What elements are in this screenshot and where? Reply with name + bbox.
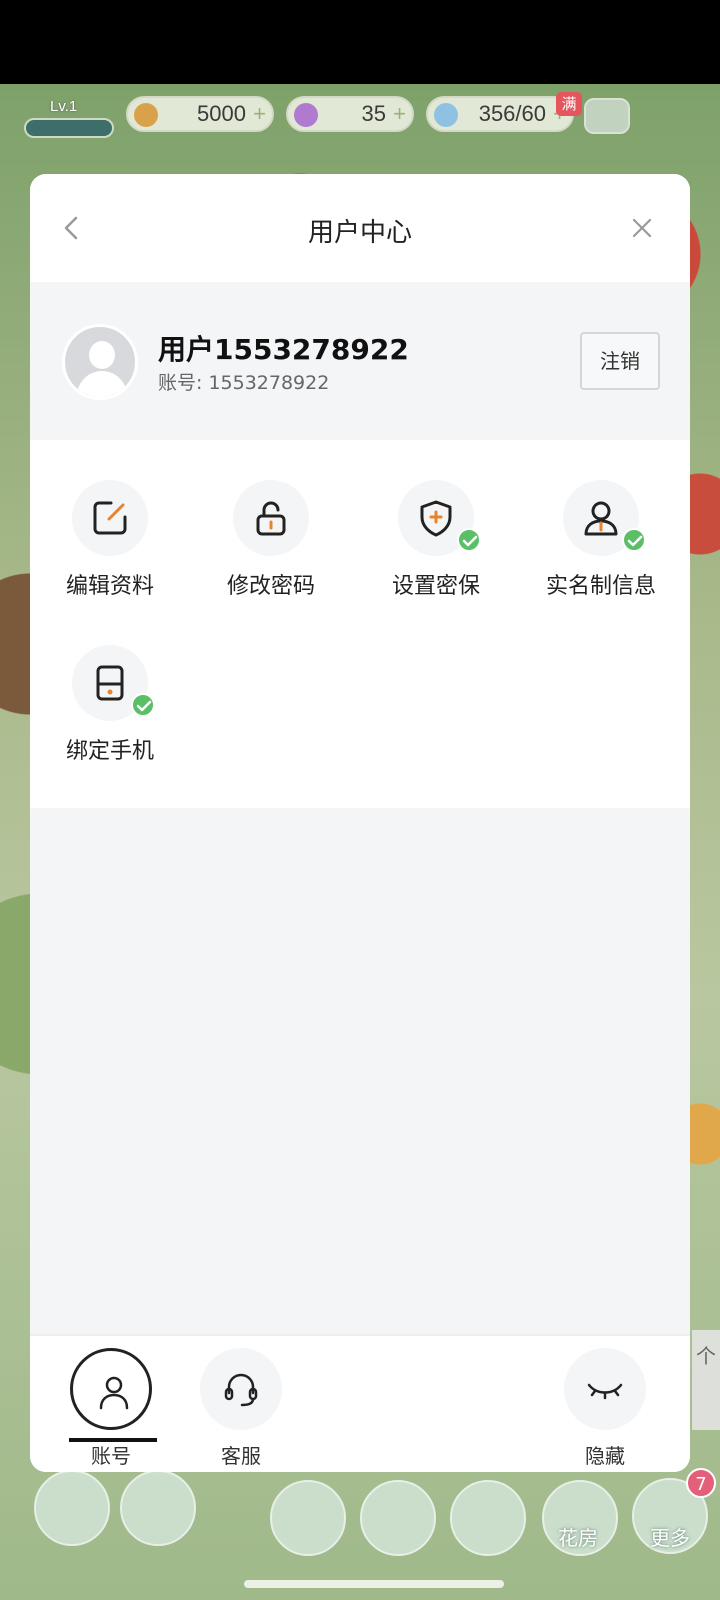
full-tag: 满 (556, 92, 582, 116)
water-counter[interactable]: 356/60 + (426, 96, 574, 132)
coin-value: 5000 (197, 101, 246, 126)
dialog-title: 用户中心 (307, 218, 412, 248)
verified-check-icon (457, 528, 481, 552)
real-name-info-label: 实名制信息 (545, 574, 656, 599)
dock-package-icon[interactable] (450, 1480, 526, 1556)
security-question-button[interactable]: 设置密保 (371, 440, 501, 599)
edit-profile-button[interactable]: 编辑资料 (45, 440, 175, 599)
function-grid: 编辑资料 修改密码 设置密保 实名制信息 绑定手机 (30, 440, 690, 808)
dock-clock-icon[interactable] (270, 1480, 346, 1556)
more-label: 更多 (650, 1526, 690, 1550)
edit-profile-label: 编辑资料 (65, 574, 154, 599)
home-indicator[interactable] (244, 1580, 504, 1588)
change-password-label: 修改密码 (226, 574, 315, 599)
avatar (62, 324, 138, 400)
eye-closed-icon (587, 1383, 623, 1400)
dialog-footer: 账号 客服 隐藏 (30, 1334, 690, 1472)
bind-phone-button[interactable]: 绑定手机 (45, 605, 175, 764)
plus-icon: + (253, 101, 266, 126)
change-password-button[interactable]: 修改密码 (206, 440, 336, 599)
close-icon[interactable] (630, 216, 654, 240)
user-center-dialog: 用户中心 用户1553278922 账号: 1553278922 注销 编辑资料 (30, 174, 690, 1472)
user-account: 账号: 1553278922 (158, 372, 330, 394)
hide-label: 隐藏 (585, 1444, 625, 1468)
dock-plant-icon[interactable] (120, 1470, 196, 1546)
flower-house-label: 花房 (558, 1526, 598, 1550)
star-value: 35 (361, 101, 386, 126)
camera-icon[interactable] (584, 98, 630, 134)
star-icon (294, 103, 318, 127)
tab-account[interactable]: 账号 (66, 1348, 156, 1468)
coin-icon (134, 103, 158, 127)
tab-service-label: 客服 (221, 1444, 261, 1468)
verified-check-icon (622, 528, 646, 552)
dock-box-icon[interactable] (360, 1480, 436, 1556)
phone-icon (96, 665, 124, 701)
level-text: Lv.1 (50, 98, 78, 115)
logout-button[interactable]: 注销 (580, 332, 660, 390)
shield-icon (420, 500, 452, 537)
notification-badge: 7 (686, 1468, 716, 1498)
water-drop-icon (434, 103, 458, 127)
headset-icon (224, 1373, 258, 1407)
unlock-icon (256, 501, 286, 536)
real-name-info-button[interactable]: 实名制信息 (536, 440, 666, 599)
water-value: 356/60 (478, 101, 546, 126)
person-icon (584, 501, 618, 536)
level-bar (24, 118, 114, 138)
user-name: 用户1553278922 (158, 333, 409, 366)
security-question-label: 设置密保 (391, 574, 480, 599)
verified-check-icon (131, 693, 155, 717)
bind-phone-label: 绑定手机 (65, 739, 154, 764)
tab-account-label: 账号 (91, 1444, 131, 1468)
plus-icon: + (393, 101, 406, 126)
tab-service[interactable]: 客服 (196, 1348, 286, 1468)
person-outline-icon (99, 1376, 129, 1410)
hide-button[interactable]: 隐藏 (560, 1348, 650, 1468)
active-tab-indicator (69, 1438, 157, 1442)
user-info-card: 用户1553278922 账号: 1553278922 注销 (30, 282, 690, 440)
edit-icon (93, 501, 127, 535)
side-tab[interactable]: 个 (692, 1330, 720, 1430)
dialog-header: 用户中心 (30, 174, 690, 282)
dock-house-icon[interactable] (34, 1470, 110, 1546)
coin-counter[interactable]: 5000 + (126, 96, 274, 132)
star-counter[interactable]: 35 + (286, 96, 414, 132)
